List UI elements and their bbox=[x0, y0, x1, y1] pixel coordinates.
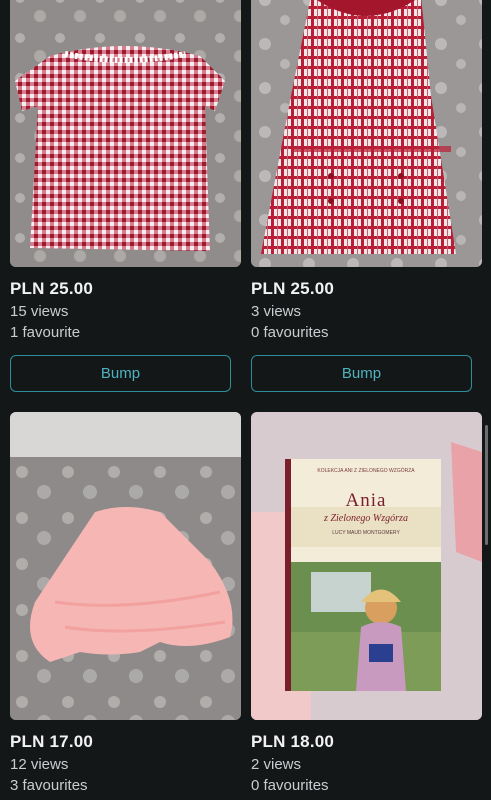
listing-photo-anne-book[interactable]: KOLEKCJA ANI Z ZIELONEGO WZGÓRZA Ania z … bbox=[251, 412, 482, 720]
listing-price: PLN 17.00 bbox=[10, 732, 94, 751]
book-title: Ania bbox=[345, 490, 387, 511]
listing-views: 15 views bbox=[10, 303, 69, 320]
listing-price: PLN 18.00 bbox=[251, 732, 335, 751]
listing-photo-pink-cape[interactable] bbox=[10, 412, 241, 720]
listing-favourites: 3 favourites bbox=[10, 777, 88, 794]
listing-card-anne-book[interactable]: KOLEKCJA ANI Z ZIELONEGO WZGÓRZA Ania z … bbox=[251, 412, 482, 794]
bump-button[interactable]: Bump bbox=[10, 355, 231, 392]
listing-photo-gingham-dress[interactable] bbox=[10, 0, 241, 267]
listing-favourites: 0 favourites bbox=[251, 324, 329, 341]
scrollbar[interactable] bbox=[485, 425, 488, 545]
book-series-label: KOLEKCJA ANI Z ZIELONEGO WZGÓRZA bbox=[317, 468, 415, 474]
listing-views: 12 views bbox=[10, 756, 69, 773]
listing-price: PLN 25.00 bbox=[251, 279, 335, 298]
listing-card-pink-cape[interactable]: PLN 17.00 12 views 3 favourites bbox=[10, 412, 241, 794]
listing-favourites: 0 favourites bbox=[251, 777, 329, 794]
book-author: LUCY MAUD MONTGOMERY bbox=[332, 530, 400, 536]
bump-button[interactable]: Bump bbox=[251, 355, 472, 392]
listing-card-gingham-dress[interactable]: PLN 25.00 15 views 1 favourite Bump bbox=[10, 0, 241, 392]
listing-card-plaid-pinafore[interactable]: PLN 25.00 3 views 0 favourites Bump bbox=[251, 0, 482, 392]
listing-photo-plaid-pinafore[interactable] bbox=[251, 0, 482, 267]
listing-views: 3 views bbox=[251, 303, 302, 320]
listing-views: 2 views bbox=[251, 756, 302, 773]
listing-price: PLN 25.00 bbox=[10, 279, 94, 298]
book-subtitle: z Zielonego Wzgórza bbox=[324, 513, 408, 524]
listing-favourites: 1 favourite bbox=[10, 324, 81, 341]
